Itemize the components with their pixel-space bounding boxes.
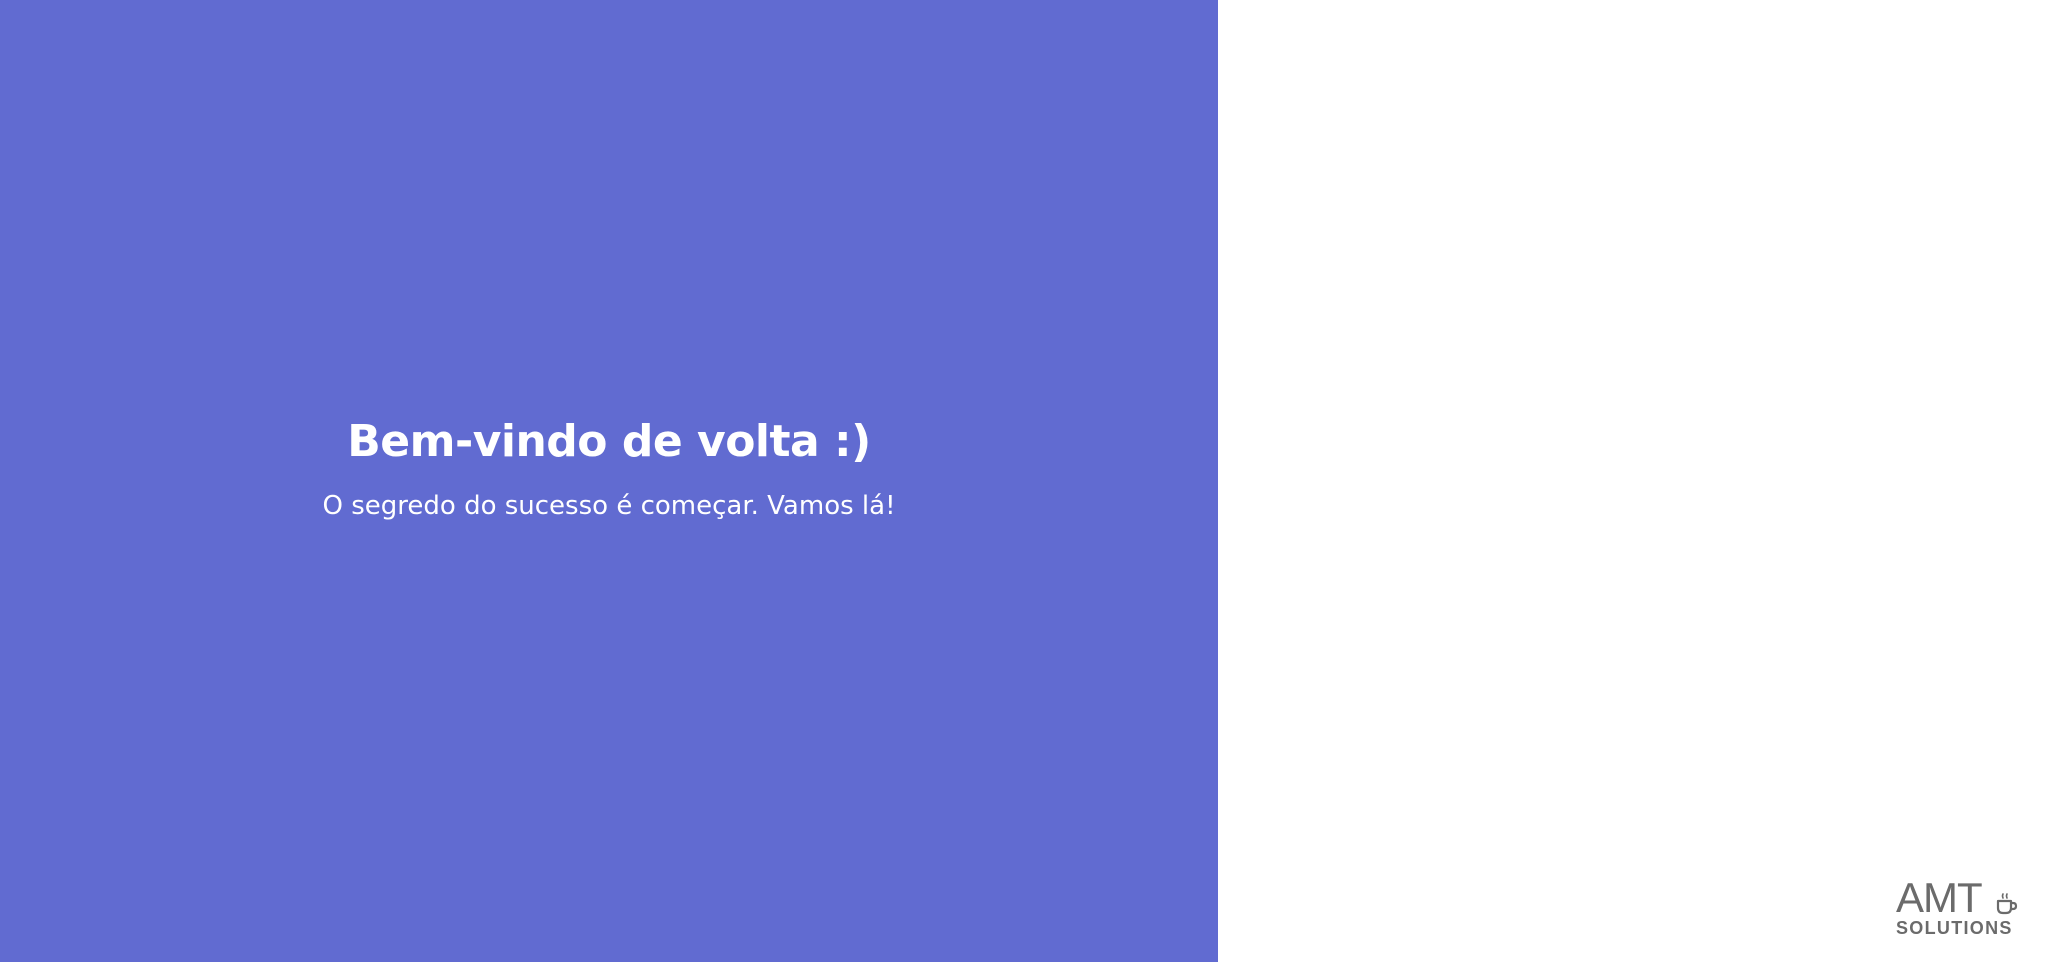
welcome-title: Bem-vindo de volta :) — [347, 416, 871, 467]
company-logo: AMT SOLUTIONS — [1896, 876, 2024, 940]
form-panel — [1218, 0, 2049, 962]
logo-tagline: SOLUTIONS — [1896, 918, 2013, 938]
welcome-subtitle: O segredo do sucesso é começar. Vamos lá… — [322, 491, 896, 521]
welcome-panel: Bem-vindo de volta :) O segredo do suces… — [0, 0, 1218, 962]
coffee-cup-icon — [1996, 893, 2018, 915]
login-page: Bem-vindo de volta :) O segredo do suces… — [0, 0, 2049, 962]
logo-wordmark: AMT — [1896, 874, 1983, 921]
welcome-block: Bem-vindo de volta :) O segredo do suces… — [0, 410, 1218, 526]
